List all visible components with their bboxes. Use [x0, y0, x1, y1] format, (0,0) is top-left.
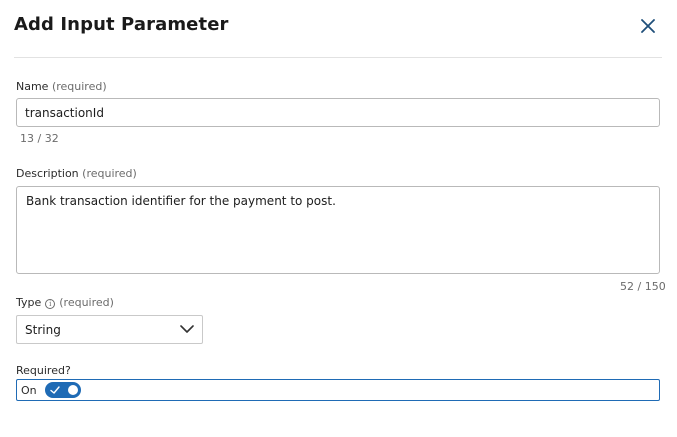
description-textarea[interactable]: Bank transaction identifier for the paym… — [16, 186, 660, 274]
chevron-down-icon — [180, 325, 194, 333]
type-selected-value: String — [25, 322, 61, 337]
type-required-tag: (required) — [59, 296, 114, 309]
close-icon — [641, 19, 655, 33]
name-label: Name (required) — [16, 80, 107, 93]
header-divider — [14, 57, 662, 58]
description-required-tag: (required) — [82, 167, 137, 180]
info-icon[interactable]: i — [45, 299, 56, 309]
description-char-counter: 52 / 150 — [620, 280, 666, 293]
description-label: Description (required) — [16, 167, 137, 180]
type-label: Type i (required) — [16, 296, 114, 309]
required-label: Required? — [16, 364, 71, 377]
name-input[interactable] — [16, 98, 660, 127]
toggle-state-label: On — [21, 383, 37, 397]
check-icon — [49, 386, 60, 394]
toggle-knob — [67, 385, 78, 395]
name-char-counter: 13 / 32 — [20, 132, 59, 145]
close-button[interactable] — [636, 14, 660, 38]
dialog-title: Add Input Parameter — [14, 14, 229, 35]
required-toggle[interactable] — [44, 382, 81, 398]
name-required-tag: (required) — [51, 80, 107, 93]
required-toggle-row: On — [16, 379, 660, 401]
type-select[interactable]: String — [16, 315, 203, 344]
